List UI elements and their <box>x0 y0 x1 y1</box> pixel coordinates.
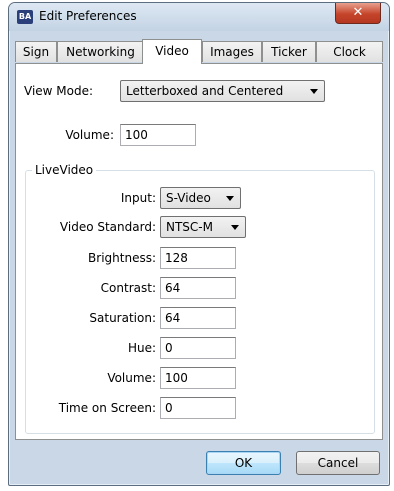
brightness-label: Brightness: <box>88 251 156 265</box>
tab-video[interactable]: Video <box>142 39 202 64</box>
title-bar[interactable]: BA Edit Preferences ✕ <box>9 3 389 31</box>
tab-clock[interactable]: Clock <box>316 41 383 62</box>
chevron-down-icon <box>231 225 239 230</box>
saturation-input[interactable]: 64 <box>160 307 236 329</box>
close-button[interactable]: ✕ <box>335 3 381 24</box>
view-mode-label: View Mode: <box>24 84 94 98</box>
view-mode-select[interactable]: Letterboxed and Centered <box>120 80 325 102</box>
contrast-label: Contrast: <box>100 281 156 295</box>
video-standard-value: NTSC-M <box>166 220 213 234</box>
cancel-button[interactable]: Cancel <box>296 451 380 475</box>
hue-label: Hue: <box>127 341 156 355</box>
livevideo-group: LiveVideo Input: S-Video Video Standard:… <box>25 163 375 434</box>
tab-images[interactable]: Images <box>202 41 262 62</box>
input-label: Input: <box>120 191 156 205</box>
hue-input[interactable]: 0 <box>160 337 236 359</box>
chevron-down-icon <box>226 196 234 201</box>
video-standard-label: Video Standard: <box>59 220 156 234</box>
window-title: Edit Preferences <box>39 9 137 23</box>
chevron-down-icon <box>310 89 318 94</box>
live-volume-input[interactable]: 100 <box>160 367 236 389</box>
saturation-label: Saturation: <box>89 311 156 325</box>
tab-ticker[interactable]: Ticker <box>262 41 316 62</box>
preferences-window: BA Edit Preferences ✕ Sign Networking Vi… <box>8 2 390 486</box>
time-on-screen-input[interactable]: 0 <box>160 397 236 419</box>
live-volume-label: Volume: <box>107 371 156 385</box>
app-icon: BA <box>17 10 33 24</box>
volume-label: Volume: <box>65 128 114 142</box>
volume-input[interactable]: 100 <box>120 124 196 146</box>
input-select-value: S-Video <box>166 191 211 205</box>
livevideo-group-title: LiveVideo <box>32 163 97 177</box>
tab-strip: Sign Networking Video Images Ticker Cloc… <box>15 39 383 64</box>
input-select[interactable]: S-Video <box>160 187 241 209</box>
tab-sign[interactable]: Sign <box>15 41 57 62</box>
time-on-screen-label: Time on Screen: <box>58 401 156 415</box>
tab-networking[interactable]: Networking <box>57 41 144 62</box>
brightness-input[interactable]: 128 <box>160 247 236 269</box>
close-icon: ✕ <box>352 5 364 20</box>
video-tab-panel: View Mode: Letterboxed and Centered Volu… <box>15 63 383 440</box>
contrast-input[interactable]: 64 <box>160 277 236 299</box>
ok-button[interactable]: OK <box>206 451 281 475</box>
video-standard-select[interactable]: NTSC-M <box>160 216 246 238</box>
view-mode-value: Letterboxed and Centered <box>126 84 284 98</box>
